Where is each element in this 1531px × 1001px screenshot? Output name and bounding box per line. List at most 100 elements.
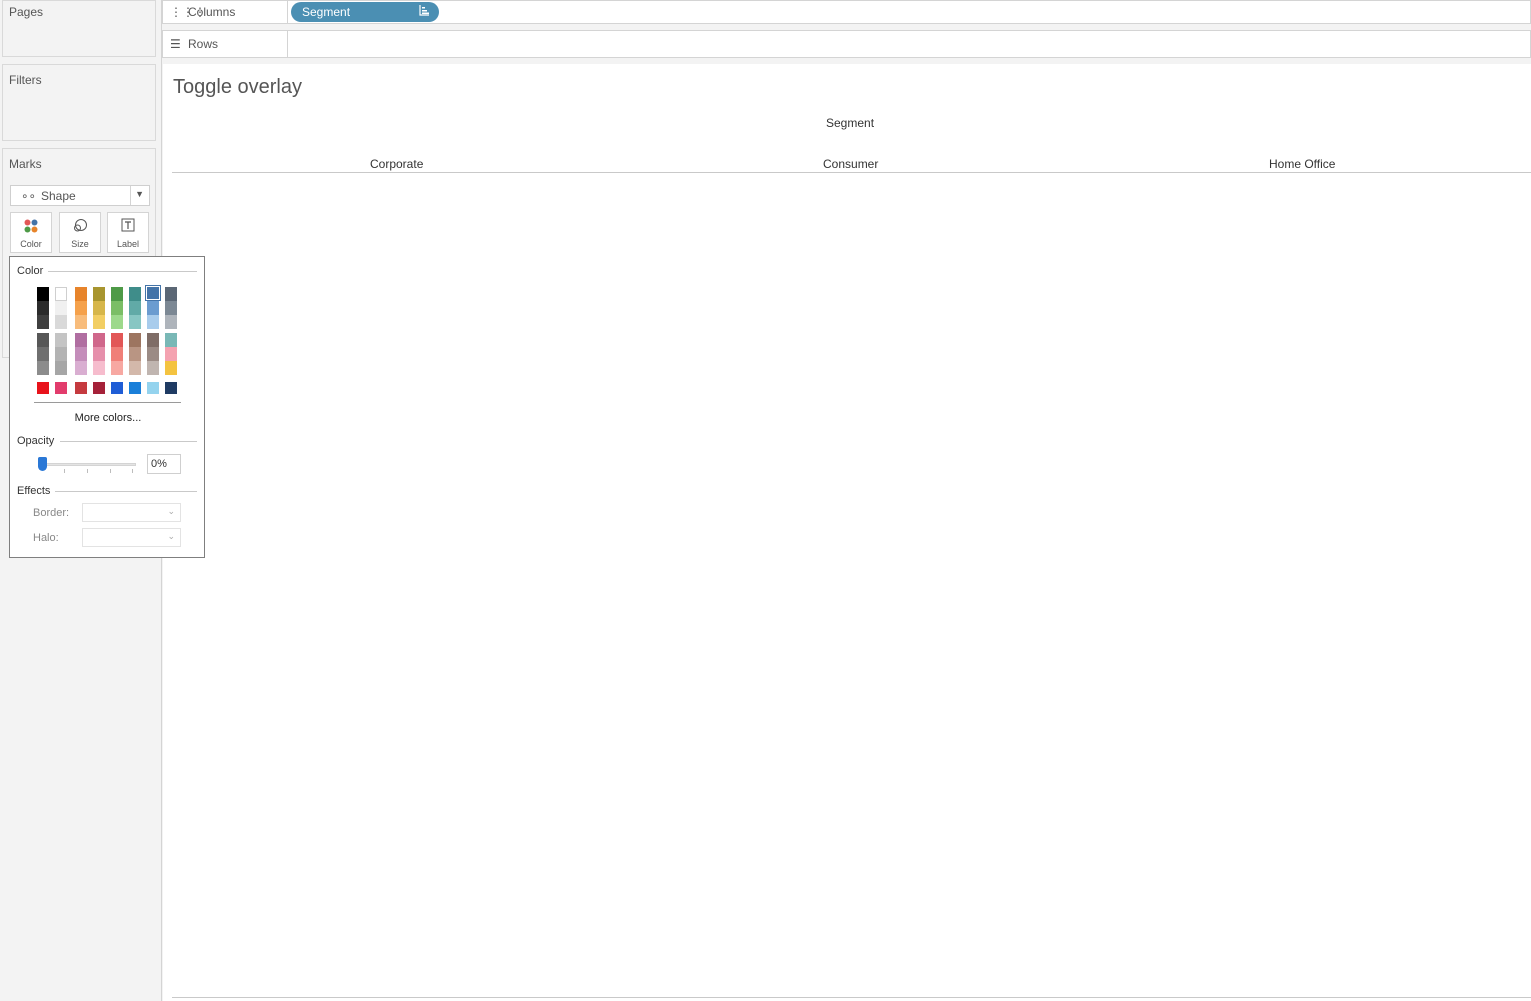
color-swatch[interactable] [129,315,141,329]
worksheet-view[interactable]: Toggle overlay Segment Corporate Consume… [163,64,1531,1001]
color-swatch[interactable] [165,287,177,301]
color-swatch[interactable] [75,347,87,361]
color-swatch[interactable] [111,333,123,347]
rows-shelf[interactable]: ☰ Rows [162,30,1531,58]
color-swatch[interactable] [129,382,141,394]
color-swatch[interactable] [93,301,105,315]
color-swatch[interactable] [165,347,177,361]
size-button[interactable]: Size [59,212,101,253]
color-swatch[interactable] [37,315,49,329]
size-icon [60,218,100,237]
color-swatch[interactable] [93,361,105,375]
color-swatch[interactable] [111,347,123,361]
mark-type-dropdown[interactable]: ∘∘ Shape ▼ [10,185,150,206]
header-divider [172,172,1531,173]
color-swatch[interactable] [93,347,105,361]
color-swatch[interactable] [75,287,87,301]
color-swatch[interactable] [93,382,105,394]
color-swatch[interactable] [93,333,105,347]
color-swatch[interactable] [75,361,87,375]
color-swatch[interactable] [55,301,67,315]
color-icon [11,218,51,237]
segment-pill-label: Segment [302,5,351,19]
chevron-down-icon[interactable]: ▼ [135,189,144,199]
pages-card[interactable]: Pages [2,0,156,57]
opacity-input[interactable]: 0% [147,454,181,474]
border-label: Border: [33,507,70,519]
column-header-consumer[interactable]: Consumer [823,157,878,171]
color-swatch[interactable] [147,347,159,361]
opacity-section-line [60,441,197,442]
segment-pill[interactable]: Segment [291,2,439,22]
color-swatch[interactable] [75,301,87,315]
color-swatch[interactable] [165,301,177,315]
color-swatch[interactable] [111,301,123,315]
color-swatch[interactable] [55,361,67,375]
color-swatch[interactable] [147,382,159,394]
text-label-icon [108,218,148,235]
color-swatch[interactable] [75,382,87,394]
color-swatch[interactable] [165,382,177,394]
color-swatch[interactable] [165,315,177,329]
color-swatch[interactable] [129,347,141,361]
color-swatch[interactable] [93,287,105,301]
color-dots-svg [24,219,38,233]
more-colors-link[interactable]: More colors... [10,412,206,424]
color-swatch[interactable] [111,315,123,329]
filters-card-title: Filters [9,73,42,87]
color-swatch[interactable] [165,361,177,375]
halo-label: Halo: [33,532,59,544]
color-swatch[interactable] [129,333,141,347]
pages-card-title: Pages [9,5,44,19]
color-swatch[interactable] [165,333,177,347]
dropdown-separator [130,186,131,205]
color-swatch[interactable] [37,347,49,361]
columns-shelf-label: ⋮⋮⋮ Columns [163,1,288,23]
color-swatch[interactable] [55,315,67,329]
halo-dropdown[interactable]: ⌄ [82,528,181,547]
color-swatch[interactable] [93,315,105,329]
color-swatch[interactable] [75,333,87,347]
color-swatch[interactable] [129,361,141,375]
border-dropdown[interactable]: ⌄ [82,503,181,522]
color-section-line [48,271,197,272]
color-swatch[interactable] [55,333,67,347]
color-swatch[interactable] [111,287,123,301]
color-button[interactable]: Color [10,212,52,253]
column-header-corporate[interactable]: Corporate [370,157,423,171]
filters-card[interactable]: Filters [2,64,156,141]
color-swatch[interactable] [129,301,141,315]
segment-header-title[interactable]: Segment [826,116,874,130]
color-swatch[interactable] [55,347,67,361]
chevron-down-icon: ⌄ [167,531,175,541]
view-title[interactable]: Toggle overlay [173,76,302,99]
selected-swatch-indicator [145,285,161,301]
label-button[interactable]: Label [107,212,149,253]
color-swatch[interactable] [37,287,49,301]
mark-type-label: Shape [41,189,76,203]
color-swatch[interactable] [147,361,159,375]
color-swatch[interactable] [129,287,141,301]
color-swatch[interactable] [37,361,49,375]
color-swatch[interactable] [75,315,87,329]
rows-shelf-label: ☰ Rows [163,31,288,57]
color-swatch[interactable] [111,382,123,394]
column-header-home-office[interactable]: Home Office [1269,157,1335,171]
bottom-divider [172,997,1531,998]
opacity-slider-thumb[interactable] [38,457,47,471]
opacity-slider-track[interactable] [40,463,136,466]
columns-shelf[interactable]: ⋮⋮⋮ Columns Segment [162,0,1531,24]
label-button-label: Label [116,239,140,249]
color-swatch[interactable] [37,333,49,347]
color-swatch[interactable] [147,315,159,329]
color-swatch[interactable] [147,301,159,315]
color-swatch[interactable] [37,382,49,394]
color-swatch[interactable] [55,382,67,394]
color-swatch[interactable] [111,361,123,375]
sort-icon[interactable] [418,4,430,19]
color-swatch[interactable] [55,287,67,301]
columns-label: Columns [188,5,236,19]
color-swatch[interactable] [37,301,49,315]
size-circles-svg [74,219,87,232]
color-swatch[interactable] [147,333,159,347]
